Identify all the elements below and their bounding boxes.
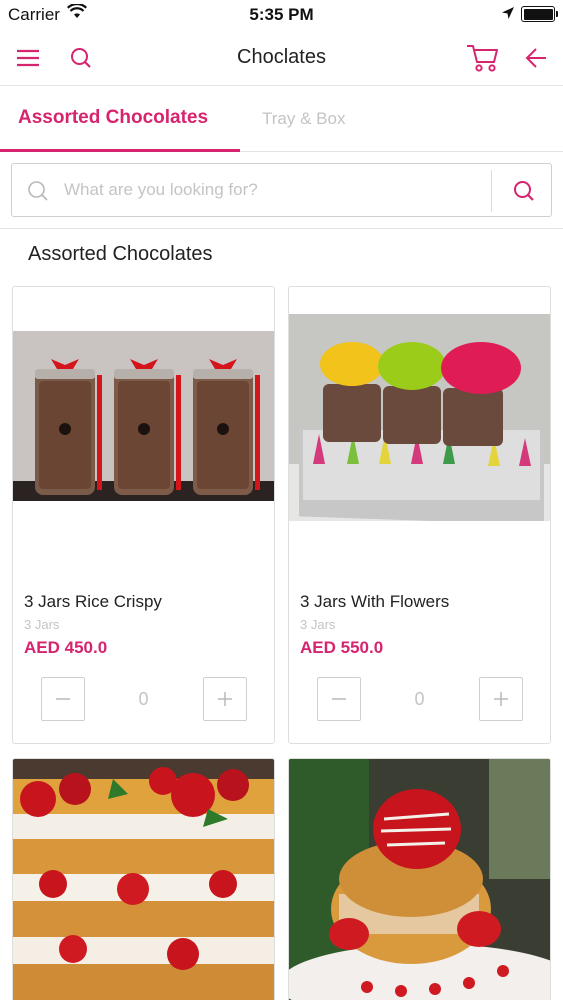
search-field-icon xyxy=(26,179,50,208)
battery-icon xyxy=(521,6,558,22)
product-name: 3 Jars With Flowers xyxy=(300,592,450,611)
product-card[interactable]: 3 Jars With Flowers 3 Jars AED 550.0 0 xyxy=(288,286,551,744)
category-tabs: Assorted Chocolates Tray & Box xyxy=(0,87,563,153)
plus-icon xyxy=(494,692,508,706)
search-bar xyxy=(11,163,552,217)
product-card[interactable] xyxy=(12,758,275,1000)
status-bar: Carrier 5:35 PM xyxy=(0,0,563,30)
product-image xyxy=(289,314,550,521)
product-image xyxy=(289,759,550,1000)
product-price: AED 450.0 xyxy=(24,638,108,657)
quantity-increase-button[interactable] xyxy=(479,677,523,721)
section-divider xyxy=(0,228,563,229)
product-name: 3 Jars Rice Crispy xyxy=(24,592,162,611)
product-image xyxy=(13,331,274,501)
product-subtitle: 3 Jars xyxy=(300,617,336,632)
section-title: Assorted Chocolates xyxy=(28,243,213,265)
product-price: AED 550.0 xyxy=(300,638,384,657)
navigation-bar: Choclates xyxy=(0,30,563,86)
active-tab-indicator xyxy=(0,149,240,152)
back-arrow-icon[interactable] xyxy=(518,40,554,76)
tab-tray-and-box[interactable]: Tray & Box xyxy=(262,109,345,129)
search-submit-icon[interactable] xyxy=(506,173,542,209)
tab-assorted-chocolates[interactable]: Assorted Chocolates xyxy=(18,107,208,129)
plus-icon xyxy=(218,692,232,706)
search-divider xyxy=(491,170,492,212)
quantity-increase-button[interactable] xyxy=(203,677,247,721)
product-subtitle: 3 Jars xyxy=(24,617,60,632)
cart-icon[interactable] xyxy=(463,40,503,76)
search-input[interactable] xyxy=(64,178,484,202)
product-card[interactable]: 3 Jars Rice Crispy 3 Jars AED 450.0 0 xyxy=(12,286,275,744)
product-card[interactable] xyxy=(288,758,551,1000)
status-time: 5:35 PM xyxy=(249,5,314,24)
product-image xyxy=(13,759,274,1000)
location-arrow-icon xyxy=(501,6,515,25)
